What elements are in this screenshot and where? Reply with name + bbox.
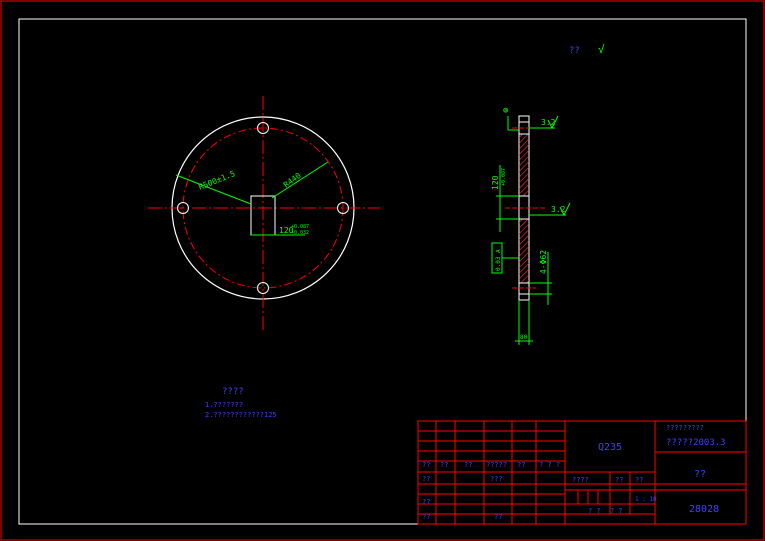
notes-title: ???? <box>222 387 244 397</box>
hatch-lower <box>519 219 529 283</box>
dim-square-tol-bottom: +0.032 <box>291 230 309 236</box>
top-right-label: ?? <box>569 46 580 56</box>
dim-thickness: 80 <box>520 334 528 341</box>
tb-left-label-4: ?? <box>422 513 430 521</box>
tb-drawing-number: 28028 <box>689 504 719 515</box>
tb-left-label-5: ?? <box>494 513 502 521</box>
datum-symbol-icon: ⊚ <box>503 106 509 116</box>
tb-rev-label-1: ?? <box>422 461 430 469</box>
tb-scale: 1 : 10 <box>635 496 657 503</box>
tb-rev-label-2: ?? <box>440 461 448 469</box>
gdt-frame-text: 0.03 A <box>495 249 502 271</box>
tb-rev-label-4: ????? <box>486 461 507 469</box>
tb-sheet-label-2: ?? <box>615 476 623 484</box>
tb-company-line2: ?????2003.3 <box>666 438 726 448</box>
sheet-outer-border <box>0 0 765 541</box>
roughness-mid-value: 3.2 <box>551 205 566 214</box>
tb-rev-label-6: ? ? ? <box>539 461 560 469</box>
tb-sheet-label-3: ?? <box>635 476 643 484</box>
dim-r440: R440 <box>282 171 303 190</box>
tb-sheet-label-1: ???? <box>572 476 589 484</box>
dim-side-120-tol: +0.087 <box>501 168 507 186</box>
side-view: ⊚ 3.2 3.2 120 +0.087 0.03 A 4-Φ62 80 <box>491 106 571 345</box>
technical-notes: ???? 1.??????? 2.????????????125 <box>205 387 277 419</box>
tb-left-label-2: ??? <box>490 475 503 483</box>
tb-material: Q235 <box>598 442 622 453</box>
tb-company-line1: ????????? <box>666 424 704 432</box>
tb-part-name: ?? <box>694 469 706 480</box>
tb-bottom-mid: ? ? <box>588 507 601 515</box>
tb-left-label-3: ?? <box>422 498 430 506</box>
tb-left-label-1: ?? <box>422 475 430 483</box>
cad-drawing: ?? √ R500±1.5 R440 120 +0.087 +0.032 ⊚ 3… <box>0 0 765 541</box>
dim-r500: R500±1.5 <box>197 169 236 192</box>
notes-line1: 1.??????? <box>205 401 243 409</box>
tb-rev-label-5: ?? <box>517 461 525 469</box>
tb-rev-label-3: ?? <box>464 461 472 469</box>
sheet-inner-border <box>18 18 747 525</box>
roughness-icon: √ <box>598 43 605 56</box>
dim-hole: 4-Φ62 <box>539 250 548 274</box>
dim-side-120: 120 <box>491 175 500 190</box>
tb-bottom-mid2: ? ? <box>610 507 623 515</box>
notes-line2: 2.????????????125 <box>205 411 277 419</box>
front-view: R500±1.5 R440 120 +0.087 +0.032 <box>148 96 380 332</box>
hatch-upper <box>519 134 529 196</box>
